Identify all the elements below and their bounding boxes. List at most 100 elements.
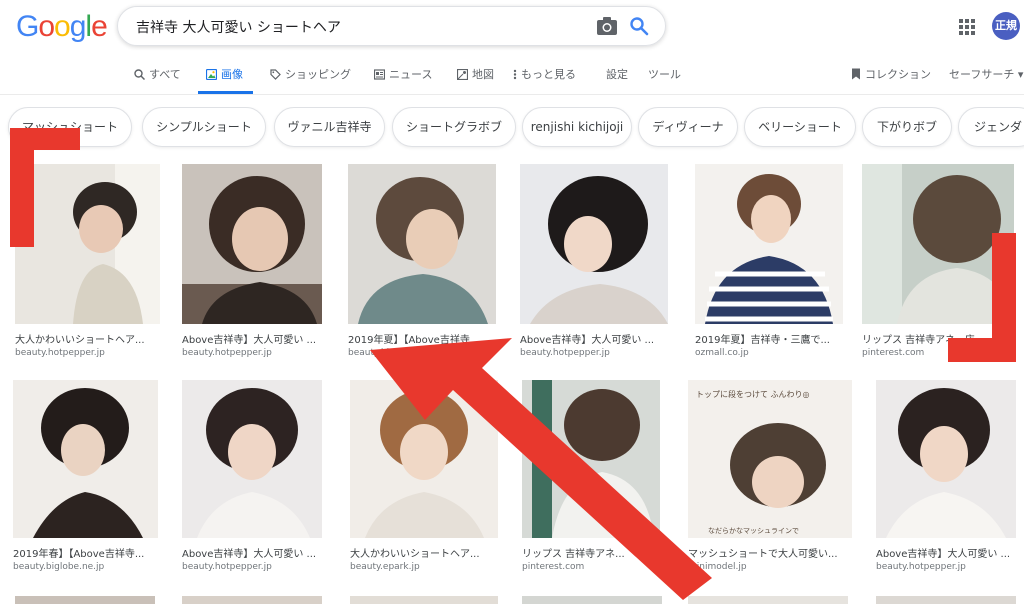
map-icon <box>457 69 468 80</box>
search-input[interactable]: 吉祥寺 大人可愛い ショートヘア <box>136 17 341 37</box>
image-result[interactable]: 2019年夏】【Above吉祥寺... beauty.biglobe.ne.jp <box>348 164 498 364</box>
tab-label: すべて <box>149 68 181 81</box>
result-domain[interactable]: beauty.hotpepper.jp <box>15 348 105 358</box>
next-row-thumbnails <box>15 596 1016 604</box>
result-title[interactable]: Above吉祥寺】大人可愛い ... <box>182 331 327 346</box>
result-domain[interactable]: beauty.hotpepper.jp <box>182 562 272 572</box>
logo-letter: o <box>38 10 55 43</box>
result-title[interactable]: Above吉祥寺】大人可愛い ... <box>876 545 1021 560</box>
tab-label: 地図 <box>472 68 494 81</box>
result-domain[interactable]: beauty.biglobe.ne.jp <box>13 562 104 572</box>
image-result[interactable]: 大人かわいいショートヘア... beauty.epark.jp <box>350 380 500 580</box>
result-thumbnail[interactable] <box>350 380 498 538</box>
result-domain[interactable]: beauty.hotpepper.jp <box>182 348 272 358</box>
chip-related-search[interactable]: renjishi kichijoji <box>522 107 632 147</box>
tab-maps[interactable]: 地図 <box>457 66 494 82</box>
result-domain[interactable]: ozmall.co.jp <box>695 348 749 358</box>
result-thumbnail[interactable] <box>862 164 1014 324</box>
chip-related-search[interactable]: ヴァニル吉祥寺 <box>274 107 385 147</box>
result-domain[interactable]: beauty.hotpepper.jp <box>520 348 610 358</box>
news-icon <box>374 69 385 80</box>
tab-all[interactable]: すべて <box>134 66 181 82</box>
image-result[interactable]: 2019年春】【Above吉祥寺... beauty.biglobe.ne.jp <box>13 380 158 580</box>
result-title[interactable]: 2019年夏】吉祥寺・三鷹で... <box>695 331 843 346</box>
tag-icon <box>270 69 281 80</box>
thumbnail-caption: なだらかなマッシュラインで <box>708 527 799 535</box>
result-thumbnail[interactable] <box>13 380 158 538</box>
result-thumbnail[interactable] <box>876 380 1016 538</box>
image-result[interactable]: トップに段をつけて ふんわり◎ なだらかなマッシュラインで マッシュショートで大… <box>688 380 853 580</box>
result-title[interactable]: 2019年春】【Above吉祥寺... <box>13 545 158 560</box>
bookmark-icon <box>852 68 860 80</box>
google-logo[interactable]: Google <box>16 10 108 44</box>
tab-label: ニュース <box>389 68 433 81</box>
apps-grid-icon[interactable] <box>958 18 976 36</box>
result-thumbnail[interactable] <box>520 164 668 324</box>
search-icon[interactable] <box>629 16 649 36</box>
chip-related-search[interactable]: 下がりボブ <box>862 107 952 147</box>
result-thumbnail[interactable] <box>182 164 322 324</box>
image-result[interactable]: Above吉祥寺】大人可愛い ... beauty.hotpepper.jp <box>182 380 327 580</box>
tabs-divider <box>0 94 1024 95</box>
collections-label: コレクション <box>865 68 931 81</box>
result-title[interactable]: Above吉祥寺】大人可愛い ... <box>520 331 668 346</box>
chip-related-search[interactable]: ディヴィーナ <box>638 107 738 147</box>
safe-search-dropdown[interactable]: セーフサーチ ▾ <box>949 66 1023 82</box>
result-title[interactable]: リップス 吉祥寺アネ...店 <box>862 331 1014 346</box>
related-search-chips: マッシュショート シンプルショート ヴァニル吉祥寺 ショートグラボブ renji… <box>0 107 1024 151</box>
tab-images[interactable]: 画像 <box>206 66 243 82</box>
logo-letter: o <box>54 10 71 43</box>
tab-tools[interactable]: ツール <box>648 66 681 82</box>
result-domain[interactable]: pinterest.com <box>522 562 584 572</box>
result-domain[interactable]: beauty.epark.jp <box>350 562 420 572</box>
result-domain[interactable]: beauty.biglobe.ne.jp <box>348 348 439 358</box>
result-title[interactable]: 大人かわいいショートヘア... <box>15 331 160 346</box>
tab-news[interactable]: ニュース <box>374 66 432 82</box>
image-result[interactable]: Above吉祥寺】大人可愛い ... beauty.hotpepper.jp <box>182 164 327 364</box>
collections-link[interactable]: コレクション <box>851 66 931 82</box>
image-result[interactable]: 2019年夏】吉祥寺・三鷹で... ozmall.co.jp <box>695 164 843 364</box>
chip-related-search[interactable]: ジェンダ <box>958 107 1024 147</box>
image-result[interactable]: 大人かわいいショートヘア... beauty.hotpepper.jp <box>15 164 160 364</box>
tab-more[interactable]: もっと見る <box>513 66 576 82</box>
tab-settings[interactable]: 設定 <box>606 66 628 82</box>
avatar[interactable]: 正規 <box>992 12 1020 40</box>
image-icon <box>206 69 217 80</box>
header: Google 吉祥寺 大人可愛い ショートヘア 正規 <box>0 0 1024 56</box>
result-thumbnail[interactable] <box>15 164 160 324</box>
tab-label: ショッピング <box>285 68 351 81</box>
result-title[interactable]: Above吉祥寺】大人可愛い ... <box>182 545 327 560</box>
chip-related-search[interactable]: マッシュショート <box>8 107 132 147</box>
tab-label: 画像 <box>221 68 243 81</box>
camera-icon[interactable] <box>596 16 618 36</box>
search-box[interactable]: 吉祥寺 大人可愛い ショートヘア <box>117 6 666 46</box>
logo-letter: g <box>69 10 87 43</box>
result-thumbnail[interactable] <box>695 164 843 324</box>
chip-related-search[interactable]: ベリーショート <box>744 107 856 147</box>
image-result[interactable]: リップス 吉祥寺アネ... pinterest.com <box>522 380 667 580</box>
result-domain[interactable]: minimodel.jp <box>688 562 747 572</box>
result-thumbnail[interactable]: トップに段をつけて ふんわり◎ なだらかなマッシュラインで <box>688 380 852 538</box>
result-domain[interactable]: pinterest.com <box>862 348 924 358</box>
chip-related-search[interactable]: シンプルショート <box>142 107 266 147</box>
result-thumbnail[interactable] <box>348 164 496 324</box>
image-result[interactable]: Above吉祥寺】大人可愛い ... beauty.hotpepper.jp <box>520 164 668 364</box>
result-thumbnail[interactable] <box>182 380 322 538</box>
search-icon <box>134 69 145 80</box>
result-domain[interactable]: beauty.hotpepper.jp <box>876 562 966 572</box>
result-title[interactable]: 2019年夏】【Above吉祥寺... <box>348 331 498 346</box>
logo-letter: e <box>91 10 108 43</box>
image-result[interactable]: Above吉祥寺】大人可愛い ... beauty.hotpepper.jp <box>876 380 1021 580</box>
image-result[interactable]: リップス 吉祥寺アネ...店 pinterest.com <box>862 164 1014 364</box>
result-thumbnail[interactable] <box>522 380 660 538</box>
result-title[interactable]: マッシュショートで大人可愛い... <box>688 545 853 560</box>
more-icon <box>513 69 517 80</box>
logo-letter: G <box>16 10 39 43</box>
tab-shopping[interactable]: ショッピング <box>270 66 351 82</box>
result-title[interactable]: 大人かわいいショートヘア... <box>350 545 500 560</box>
chip-related-search[interactable]: ショートグラボブ <box>392 107 516 147</box>
tab-label: もっと見る <box>521 68 576 81</box>
result-title[interactable]: リップス 吉祥寺アネ... <box>522 545 667 560</box>
search-tabs: すべて 画像 ショッピング ニュース 地図 もっと見る 設定 ツール コレクショ… <box>0 56 1024 94</box>
thumbnail-caption: トップに段をつけて ふんわり◎ <box>696 389 810 399</box>
